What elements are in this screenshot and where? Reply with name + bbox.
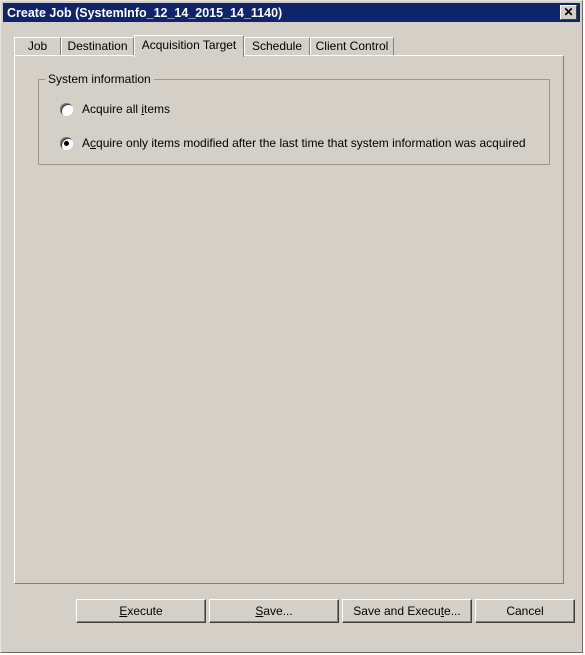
radio-label-part-before: Acquire all	[82, 102, 142, 116]
tab-acquisition-target[interactable]: Acquisition Target	[134, 35, 244, 57]
save-and-execute-button-part-before: Save and Execu	[353, 604, 441, 618]
tab-strip: Job Destination Acquisition Target Sched…	[14, 35, 564, 57]
radio-icon-acquire-only-modified-items[interactable]	[60, 136, 73, 150]
groupbox-title: System information	[45, 73, 154, 86]
system-information-groupbox: System information Acquire all items Acq…	[38, 73, 550, 165]
radio-label-part-before: A	[82, 136, 91, 150]
window-title: Create Job (SystemInfo_12_14_2015_14_114…	[7, 5, 283, 20]
close-icon[interactable]: ✕	[560, 5, 577, 20]
execute-button[interactable]: Execute	[76, 599, 206, 623]
radio-label-acquire-only-modified-items: Acquire only items modified after the la…	[82, 136, 526, 150]
save-button-part-after: ave...	[263, 604, 293, 618]
tab-job[interactable]: Job	[14, 37, 61, 56]
save-button[interactable]: Save...	[209, 599, 339, 623]
dialog-button-bar: Execute Save... Save and Execute... Canc…	[1, 599, 582, 625]
save-and-execute-button[interactable]: Save and Execute...	[342, 599, 472, 623]
radio-label-part-after: quire only items modified after the last…	[96, 136, 526, 150]
tab-schedule[interactable]: Schedule	[244, 37, 310, 56]
cancel-button[interactable]: Cancel	[475, 599, 575, 623]
execute-button-part-after: xecute	[127, 604, 163, 618]
radio-acquire-only-modified-items[interactable]: Acquire only items modified after the la…	[60, 136, 526, 150]
tab-destination[interactable]: Destination	[61, 37, 134, 56]
save-and-execute-button-part-after: e...	[444, 604, 461, 618]
tab-panel-acquisition-target: System information Acquire all items Acq…	[14, 55, 564, 584]
radio-label-part-after: tems	[144, 102, 171, 116]
tab-client-control[interactable]: Client Control	[310, 37, 394, 56]
radio-acquire-all-items[interactable]: Acquire all items	[60, 102, 170, 116]
close-icon-glyph: ✕	[563, 5, 574, 19]
title-bar: Create Job (SystemInfo_12_14_2015_14_114…	[3, 3, 580, 22]
create-job-dialog: Create Job (SystemInfo_12_14_2015_14_114…	[0, 0, 583, 653]
groupbox-frame	[38, 79, 550, 165]
radio-label-acquire-all-items: Acquire all items	[82, 102, 170, 116]
cancel-button-part-before: Cancel	[506, 604, 544, 618]
radio-icon-acquire-all-items[interactable]	[60, 102, 73, 116]
